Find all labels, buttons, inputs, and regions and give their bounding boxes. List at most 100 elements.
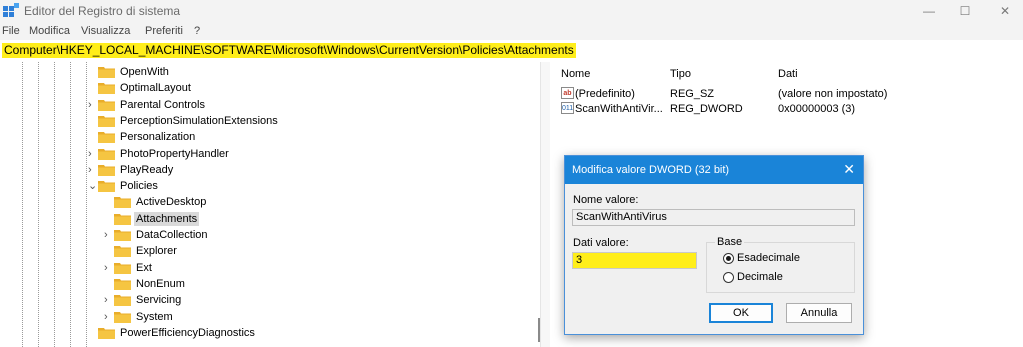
menu-visualizza[interactable]: Visualizza xyxy=(81,25,130,37)
radio-hexadecimal[interactable] xyxy=(723,253,734,264)
tree-item-label[interactable]: PhotoPropertyHandler xyxy=(118,147,231,161)
tree-item-label[interactable]: Ext xyxy=(134,261,154,275)
value-data-label: Dati valore: xyxy=(573,237,629,249)
registry-tree[interactable]: OpenWith OptimalLayout › Parental Controls P… xyxy=(0,62,540,347)
ok-button[interactable]: OK xyxy=(709,303,773,323)
tree-item[interactable]: ⌄ Policies xyxy=(0,178,540,194)
tree-item-label[interactable]: DataCollection xyxy=(134,228,210,242)
folder-icon xyxy=(98,181,115,193)
menu-preferiti[interactable]: Preferiti xyxy=(145,25,183,37)
tree-item[interactable]: ActiveDesktop xyxy=(0,194,540,210)
base-label: Base xyxy=(715,236,745,248)
tree-scrollbar-thumb[interactable] xyxy=(538,318,540,342)
tree-item[interactable]: Personalization xyxy=(0,129,540,145)
chevron-right-icon[interactable]: › xyxy=(88,148,92,160)
menu-modifica[interactable]: Modifica xyxy=(29,25,70,37)
column-header-type[interactable]: Tipo xyxy=(670,68,691,80)
chevron-right-icon[interactable]: › xyxy=(88,164,92,176)
folder-icon xyxy=(114,295,131,307)
dialog-title-bar[interactable]: Modifica valore DWORD (32 bit) ✕ xyxy=(565,156,863,184)
folder-icon xyxy=(98,99,115,111)
tree-item-label[interactable]: Policies xyxy=(118,179,160,193)
value-name-field: ScanWithAntiVirus xyxy=(572,209,855,226)
tree-item-label[interactable]: ActiveDesktop xyxy=(134,195,208,209)
tree-item[interactable]: › PhotoPropertyHandler xyxy=(0,146,540,162)
folder-icon xyxy=(98,83,115,95)
window-title: Editor del Registro di sistema xyxy=(24,4,181,18)
string-value-icon: ab xyxy=(561,87,574,99)
tree-item-label[interactable]: OptimalLayout xyxy=(118,81,193,95)
chevron-right-icon[interactable]: › xyxy=(104,311,108,323)
tree-item[interactable]: › PlayReady xyxy=(0,162,540,178)
tree-item[interactable]: › Ext xyxy=(0,260,540,276)
tree-item-label[interactable]: Servicing xyxy=(134,293,183,307)
tree-item-label[interactable]: Explorer xyxy=(134,244,179,258)
value-type: REG_DWORD xyxy=(670,103,743,115)
close-button[interactable]: ✕ xyxy=(990,2,1020,20)
tree-item-label[interactable]: PowerEfficiencyDiagnostics xyxy=(118,326,257,340)
chevron-right-icon[interactable]: › xyxy=(104,294,108,306)
folder-icon xyxy=(98,164,115,176)
radio-decimal[interactable] xyxy=(723,272,734,283)
folder-icon xyxy=(98,132,115,144)
menu-file[interactable]: File xyxy=(2,25,20,37)
tree-item[interactable]: PowerEfficiencyDiagnostics xyxy=(0,325,540,341)
maximize-button[interactable]: ☐ xyxy=(950,2,980,20)
radio-decimal-label[interactable]: Decimale xyxy=(737,271,783,283)
value-data: 0x00000003 (3) xyxy=(778,103,856,115)
chevron-right-icon[interactable]: › xyxy=(88,99,92,111)
cancel-button[interactable]: Annulla xyxy=(786,303,852,323)
title-bar: Editor del Registro di sistema — ☐ ✕ xyxy=(0,0,1023,22)
value-name[interactable]: ScanWithAntiVir... xyxy=(575,103,663,115)
tree-item[interactable]: › Parental Controls xyxy=(0,97,540,113)
chevron-right-icon[interactable]: › xyxy=(104,229,108,241)
menu-help[interactable]: ? xyxy=(194,25,200,37)
tree-item-label[interactable]: System xyxy=(134,310,175,324)
address-bar[interactable]: Computer\HKEY_LOCAL_MACHINE\SOFTWARE\Mic… xyxy=(0,40,1023,63)
tree-item[interactable]: OptimalLayout xyxy=(0,80,540,96)
dialog-close-icon[interactable]: ✕ xyxy=(843,161,855,177)
tree-item[interactable]: › DataCollection xyxy=(0,227,540,243)
tree-item[interactable]: Explorer xyxy=(0,243,540,259)
folder-icon xyxy=(114,246,131,258)
value-type: REG_SZ xyxy=(670,88,715,100)
tree-item[interactable]: NonEnum xyxy=(0,276,540,292)
radio-hexadecimal-label[interactable]: Esadecimale xyxy=(737,252,800,264)
base-group xyxy=(706,242,855,293)
regedit-icon xyxy=(3,3,19,17)
folder-icon xyxy=(114,278,131,290)
tree-item-label[interactable]: Attachments xyxy=(134,211,200,226)
folder-icon xyxy=(114,230,131,241)
folder-icon xyxy=(98,327,115,339)
folder-icon xyxy=(114,262,131,274)
tree-item[interactable]: OpenWith xyxy=(0,64,540,80)
folder-icon xyxy=(98,115,115,127)
value-name-label: Nome valore: xyxy=(573,194,639,206)
address-path[interactable]: Computer\HKEY_LOCAL_MACHINE\SOFTWARE\Mic… xyxy=(2,43,576,58)
dialog-title: Modifica valore DWORD (32 bit) xyxy=(572,164,730,176)
tree-item-label[interactable]: Personalization xyxy=(118,130,197,144)
tree-item[interactable]: Attachments xyxy=(0,211,540,227)
dword-value-icon: 011 xyxy=(561,102,574,114)
tree-item-label[interactable]: PlayReady xyxy=(118,163,175,177)
column-header-name[interactable]: Nome xyxy=(561,68,590,80)
value-name[interactable]: (Predefinito) xyxy=(575,88,635,100)
value-data-input[interactable]: 3 xyxy=(572,252,697,269)
chevron-right-icon[interactable]: › xyxy=(104,262,108,274)
column-header-data[interactable]: Dati xyxy=(778,68,798,80)
tree-item[interactable]: PerceptionSimulationExtensions xyxy=(0,113,540,129)
tree-item[interactable]: › Servicing xyxy=(0,292,540,308)
tree-item-label[interactable]: Parental Controls xyxy=(118,98,207,112)
value-data: (valore non impostato) xyxy=(778,88,888,100)
menu-bar: File Modifica Visualizza Preferiti ? xyxy=(0,22,1023,40)
tree-item-label[interactable]: NonEnum xyxy=(134,277,187,291)
folder-icon xyxy=(98,148,115,160)
edit-dword-dialog: Modifica valore DWORD (32 bit) ✕ Nome va… xyxy=(564,155,864,335)
folder-icon xyxy=(98,67,115,78)
chevron-down-icon[interactable]: ⌄ xyxy=(88,180,97,192)
tree-item-label[interactable]: PerceptionSimulationExtensions xyxy=(118,114,280,128)
minimize-button[interactable]: — xyxy=(914,2,944,20)
tree-item[interactable]: › System xyxy=(0,309,540,325)
folder-icon xyxy=(114,197,131,209)
tree-item-label[interactable]: OpenWith xyxy=(118,65,171,79)
